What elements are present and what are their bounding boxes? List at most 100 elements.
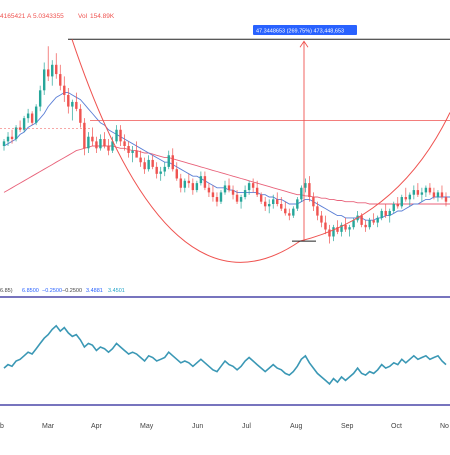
candle-body [284, 208, 287, 214]
candle-body [296, 199, 299, 209]
candle-body [300, 187, 303, 200]
x-axis-label: No [440, 423, 449, 430]
candle-body [328, 229, 331, 237]
candle-body [95, 141, 98, 149]
candle-body [424, 187, 428, 193]
candle-body [195, 183, 199, 191]
candle-body [42, 69, 46, 91]
candle-body [155, 166, 158, 174]
candle-body [440, 192, 444, 198]
candle-body [167, 155, 170, 167]
candle-body [131, 150, 134, 153]
x-axis-label: b [0, 423, 4, 430]
indicator-value-2: −0.2500 [42, 288, 62, 294]
candle-body [360, 215, 363, 225]
candle-body [320, 215, 323, 223]
candle-body [147, 159, 150, 170]
candle-body [99, 139, 102, 149]
candle-body [47, 69, 50, 77]
candle-body [135, 150, 138, 158]
candle-body [211, 192, 215, 198]
price-chart[interactable]: 4165421 A 5.0343355 Vol 154.89K 47.34486… [0, 0, 450, 450]
x-axis-label: Apr [91, 423, 103, 430]
candle-body [272, 199, 275, 204]
candle-body [420, 192, 424, 195]
candle-body [368, 220, 371, 228]
chart-canvas[interactable]: 4165421 A 5.0343355 Vol 154.89K 47.34486… [0, 0, 450, 450]
candle [300, 185, 303, 202]
candle-body [175, 169, 178, 179]
candle-body [207, 187, 211, 193]
candle-body [203, 176, 207, 188]
candle-body [34, 106, 38, 123]
x-axis-label: Mar [42, 423, 55, 430]
candle-body [75, 101, 78, 109]
candle-body [14, 127, 18, 140]
candle-body [67, 94, 70, 107]
candle-body [6, 136, 10, 142]
candle-body [396, 204, 399, 207]
candle-body [26, 113, 30, 119]
measure-label-text: 47.3448653 (269.75%) 473,448,653 [256, 29, 344, 35]
candle-body [83, 122, 86, 149]
candle-body [115, 129, 118, 142]
candle [22, 115, 26, 133]
candle-body [55, 64, 58, 75]
candle-body [247, 183, 251, 191]
candle-body [103, 139, 106, 146]
candle-body [71, 101, 74, 107]
candle-body [139, 157, 142, 163]
volume-label: Vol [78, 13, 88, 20]
candle-body [243, 190, 247, 198]
candle-body [179, 178, 183, 188]
candle-body [428, 187, 432, 193]
candle-body [91, 136, 94, 142]
candle-body [199, 176, 203, 184]
candle-body [276, 199, 279, 204]
candle-body [187, 180, 191, 184]
ohlc-readout: 4165421 [0, 13, 26, 20]
candle-body [159, 171, 162, 174]
candle-body [263, 201, 267, 207]
measure-tool-label[interactable]: 47.3448653 (269.75%) 473,448,653 [253, 25, 357, 35]
candle-body [344, 224, 347, 230]
candle-body [392, 204, 395, 211]
x-axis-label: Aug [290, 423, 303, 430]
candle-body [376, 217, 379, 223]
candle-body [219, 192, 223, 202]
candle-body [151, 159, 154, 167]
indicator-value-3: −0.2500 [62, 288, 82, 294]
candle-body [280, 204, 283, 209]
candle-body [408, 194, 412, 200]
candle-body [316, 206, 319, 216]
candle-body [380, 210, 383, 218]
candle-body [183, 180, 187, 188]
candle-body [404, 197, 408, 200]
candle-body [400, 197, 403, 207]
indicator-params: 6.85) [0, 288, 13, 294]
candle-body [412, 190, 416, 195]
candle-body [388, 210, 391, 216]
candle-body [348, 227, 351, 230]
candle-body [63, 85, 66, 95]
x-axis-label: Sep [341, 423, 354, 430]
candle-body [432, 192, 436, 198]
candle-body [87, 136, 90, 149]
candle-body [444, 197, 448, 202]
candle-body [332, 227, 335, 237]
candle-body [251, 183, 255, 188]
x-axis-label: May [140, 423, 154, 430]
candle-body [223, 185, 227, 193]
candle-body [312, 197, 315, 207]
candle-body [10, 136, 14, 140]
candle-body [292, 208, 295, 216]
candle-body [2, 141, 6, 146]
volume-readout: 154.89K [90, 13, 115, 20]
candle-body [231, 190, 235, 195]
candle-body [235, 194, 239, 202]
candle [14, 125, 18, 142]
candle-body [288, 213, 291, 216]
candle-body [384, 210, 387, 216]
x-axis-label: Jun [192, 423, 203, 430]
candle-body [30, 113, 34, 123]
